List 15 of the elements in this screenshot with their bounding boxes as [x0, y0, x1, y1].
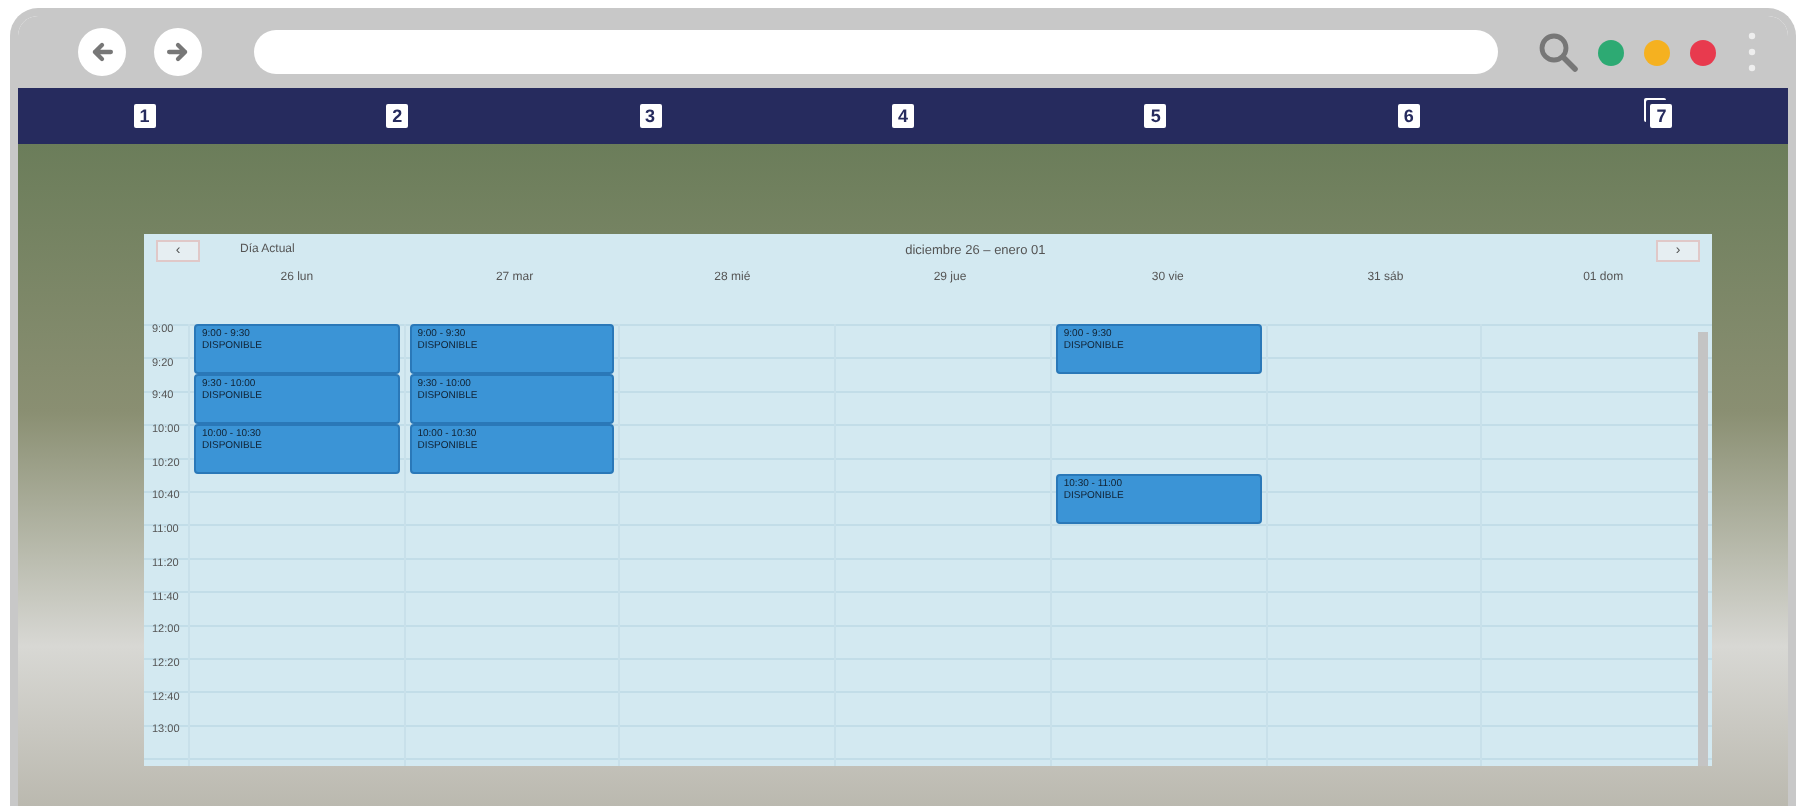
dot-icon — [1644, 39, 1670, 65]
nav-item[interactable]: 6 — [1397, 104, 1420, 128]
dot-icon — [1598, 39, 1624, 65]
nav-item[interactable]: 3 — [639, 104, 662, 128]
nav-item[interactable]: 7 — [1650, 104, 1673, 128]
nav-item[interactable]: 2 — [386, 104, 409, 128]
scrollbar[interactable] — [1698, 332, 1708, 766]
menu-icon[interactable] — [1748, 32, 1756, 72]
dot-icon — [1690, 39, 1716, 65]
nav-item[interactable]: 4 — [891, 104, 914, 128]
nav-item[interactable]: 5 — [1144, 104, 1167, 128]
nav-item[interactable]: 1 — [133, 104, 156, 128]
back-button[interactable] — [78, 28, 126, 76]
search-icon[interactable] — [1538, 32, 1578, 72]
forward-button[interactable] — [154, 28, 202, 76]
